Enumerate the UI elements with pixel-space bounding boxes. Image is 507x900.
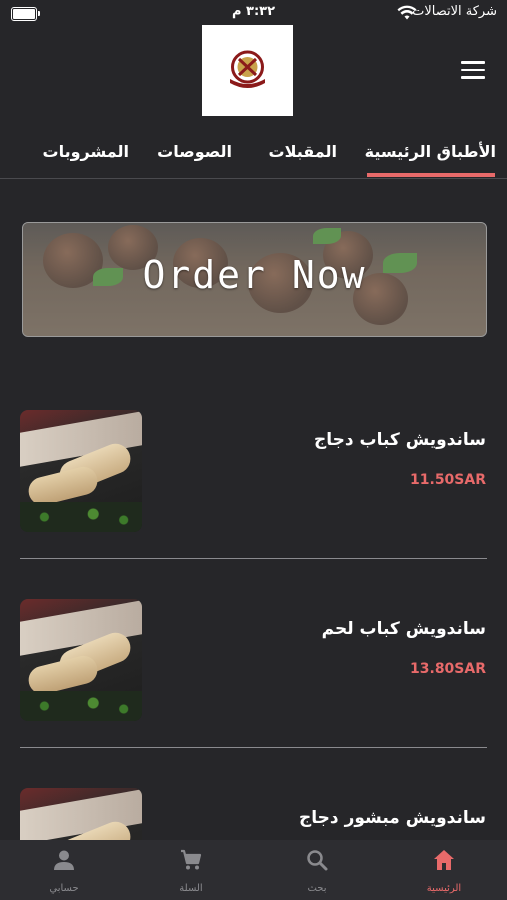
tab-main-dishes[interactable]: الأطباق الرئيسية [365, 138, 496, 178]
nav-account[interactable]: حسابي [1, 840, 127, 900]
list-divider [20, 558, 487, 559]
nav-home[interactable]: الرئيسية [381, 840, 507, 900]
nav-search-label: بحث [307, 883, 327, 894]
product-image [20, 788, 142, 840]
tab-appetizers[interactable]: المقبلات [269, 138, 338, 178]
product-price: 11.50SAR [410, 472, 486, 488]
home-icon [434, 850, 454, 870]
product-name: ساندويش كباب لحم [321, 619, 486, 639]
order-now-banner[interactable]: Order Now [22, 222, 487, 337]
nav-cart-label: السلة [179, 883, 203, 894]
nav-account-label: حسابي [49, 883, 79, 894]
product-price: 13.80SAR [410, 661, 486, 677]
tab-drinks[interactable]: المشروبات [43, 138, 130, 178]
product-name: ساندويش مبشور دجاج [299, 808, 486, 828]
cart-icon [181, 849, 202, 870]
nav-search[interactable]: بحث [254, 840, 380, 900]
nav-cart[interactable]: السلة [128, 840, 254, 900]
status-bar: شركة الاتصالات ٣:٣٢ م [0, 0, 507, 26]
product-name: ساندويش كباب دجاج [313, 430, 486, 450]
list-divider [20, 747, 487, 748]
banner-title: Order Now [142, 253, 367, 297]
status-time: ٣:٣٢ م [231, 4, 276, 19]
active-tab-indicator [367, 173, 495, 177]
bottom-navigation: الرئيسية بحث السلة حسابي [0, 840, 507, 900]
battery-icon [11, 7, 40, 21]
tab-sauces[interactable]: الصوصات [157, 138, 232, 178]
tabs-divider [0, 178, 507, 179]
category-tabs: الأطباق الرئيسية المقبلات الصوصات المشرو… [0, 138, 507, 180]
hamburger-menu-button[interactable] [461, 61, 485, 81]
logo-emblem-icon [230, 50, 265, 88]
nav-home-label: الرئيسية [426, 883, 462, 894]
product-image [20, 599, 142, 721]
person-icon [54, 850, 74, 870]
product-item[interactable]: ساندويش كباب لحم 13.80SAR [0, 597, 507, 747]
product-image [20, 410, 142, 532]
product-item[interactable]: ساندويش مبشور دجاج [0, 786, 507, 840]
restaurant-logo [202, 25, 293, 116]
product-item[interactable]: ساندويش كباب دجاج 11.50SAR [0, 408, 507, 558]
search-icon [307, 850, 328, 871]
